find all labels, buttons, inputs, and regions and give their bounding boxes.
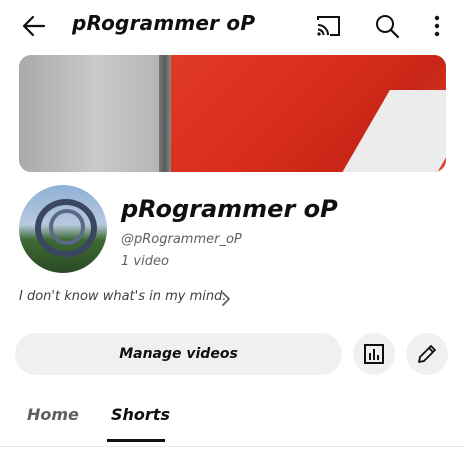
channel-name: pRogrammer oP: [121, 195, 338, 223]
tab-shorts[interactable]: Shorts: [111, 405, 170, 424]
selected-tab-indicator: [107, 439, 165, 442]
back-button[interactable]: [20, 12, 48, 40]
more-options-button[interactable]: [425, 12, 449, 40]
channel-banner: [19, 55, 446, 172]
search-button[interactable]: [373, 12, 401, 40]
channel-avatar[interactable]: [19, 185, 107, 273]
channel-handle: @pRogrammer_oP: [121, 232, 242, 247]
edit-channel-button[interactable]: [406, 333, 448, 375]
tab-home[interactable]: Home: [27, 405, 79, 424]
chevron-right-icon: [222, 292, 230, 306]
more-vertical-icon: [434, 15, 440, 37]
analytics-icon: [364, 344, 384, 364]
page-title: pRogrammer oP: [72, 11, 256, 35]
back-arrow-icon: [22, 15, 46, 37]
tabs-divider: [0, 446, 465, 447]
analytics-button[interactable]: [353, 333, 395, 375]
top-app-bar: pRogrammer oP: [0, 0, 465, 52]
channel-description[interactable]: I don't know what's in my mind.: [19, 289, 227, 304]
video-count: 1 video: [121, 254, 169, 269]
description-expand-button[interactable]: [218, 290, 234, 308]
channel-tabs: Home Shorts: [0, 395, 465, 445]
search-icon: [376, 15, 400, 39]
edit-pencil-icon: [418, 345, 436, 363]
cast-button[interactable]: [314, 12, 342, 40]
cast-icon: [317, 16, 340, 36]
manage-videos-button[interactable]: Manage videos: [15, 333, 342, 375]
